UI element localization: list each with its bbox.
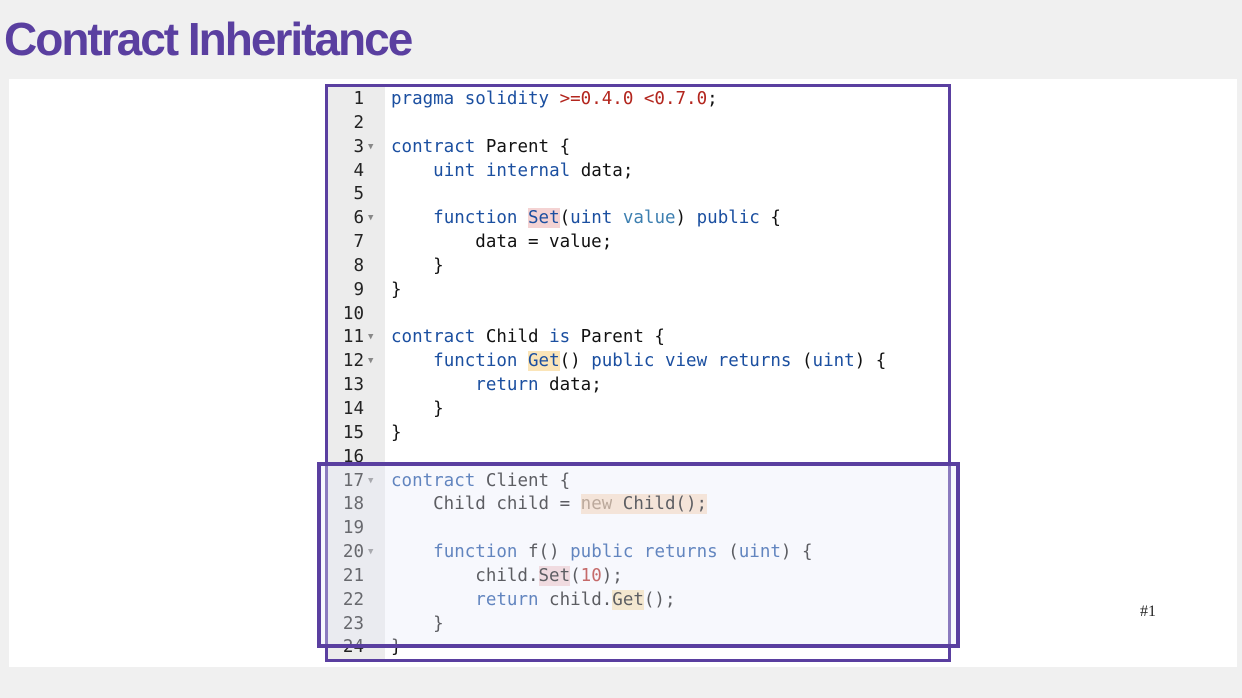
fold-arrow-icon[interactable]: ▼	[368, 136, 373, 160]
code-token: }	[391, 422, 402, 443]
fold-arrow-icon[interactable]: ▼	[368, 207, 373, 231]
code-token: function	[433, 208, 518, 229]
code-token: public	[696, 208, 760, 229]
code-token: pragma	[391, 89, 455, 109]
code-line: 5	[328, 183, 948, 207]
code-line: 15}	[328, 422, 948, 446]
code-line: 2	[328, 112, 948, 136]
code-line: 8 }	[328, 255, 948, 279]
line-number: 4	[353, 160, 364, 181]
code-token: returns	[717, 351, 792, 372]
code-token: data;	[570, 160, 634, 181]
slide-number: #1	[1140, 603, 1156, 620]
code-line: 10	[328, 303, 948, 327]
code-token: }	[391, 398, 444, 419]
code-token: )	[675, 208, 697, 229]
code-token: >=0.4.0 <0.7.0	[559, 89, 708, 109]
line-number: 8	[353, 255, 364, 276]
code-line: 14 }	[328, 398, 948, 422]
code-text: function Get() public view returns (uint…	[391, 350, 886, 374]
code-line: 6 ▼ function Set(uint value) public {	[328, 207, 948, 231]
code-text: }	[391, 398, 444, 422]
line-number: 9	[353, 279, 364, 300]
code-token: data = value;	[391, 232, 613, 253]
code-text: pragma solidity >=0.4.0 <0.7.0;	[391, 88, 718, 112]
line-number: 14	[342, 398, 364, 419]
line-number: 5	[353, 184, 364, 205]
code-token: ;	[707, 89, 718, 109]
code-token: uint	[812, 351, 855, 372]
code-token: solidity	[464, 89, 550, 109]
code-line: 7 data = value;	[328, 231, 948, 255]
code-text: return data;	[391, 374, 602, 398]
code-token: return	[475, 375, 539, 396]
line-number: 7	[353, 232, 364, 253]
code-token: }	[391, 255, 444, 276]
code-text: contract Child is Parent {	[391, 326, 665, 350]
code-token: view	[664, 351, 708, 372]
code-token: Set	[528, 208, 560, 229]
code-line: 4 uint internal data;	[328, 160, 948, 184]
code-text: uint internal data;	[391, 160, 633, 184]
code-text: }	[391, 422, 402, 446]
code-token: Get	[528, 351, 560, 372]
code-token: ()	[559, 351, 592, 372]
code-token: contract	[391, 327, 476, 348]
code-token: internal	[485, 160, 571, 181]
code-token: data;	[538, 375, 602, 396]
code-line: 13 return data;	[328, 374, 948, 398]
code-text: data = value;	[391, 231, 612, 255]
code-line: 1 pragma solidity >=0.4.0 <0.7.0;	[328, 88, 948, 112]
fold-arrow-icon[interactable]: ▼	[368, 326, 373, 350]
line-number: 15	[342, 422, 364, 443]
code-token: value	[622, 208, 676, 229]
code-token: {	[759, 208, 781, 229]
code-token: }	[391, 279, 402, 300]
code-token: (	[791, 351, 813, 372]
code-line: 12 ▼ function Get() public view returns (…	[328, 350, 948, 374]
code-token: is	[549, 327, 571, 348]
line-number: 10	[342, 303, 364, 324]
code-token: uint	[433, 160, 476, 181]
code-token: (	[559, 208, 571, 229]
line-number: 2	[353, 112, 364, 133]
line-number: 1	[353, 89, 364, 109]
code-text: }	[391, 255, 444, 279]
fold-arrow-icon[interactable]: ▼	[368, 350, 373, 374]
client-contract-highlight-box	[317, 462, 960, 648]
line-number: 6	[353, 208, 364, 229]
code-token: uint	[570, 208, 613, 229]
code-text: function Set(uint value) public {	[391, 207, 781, 231]
code-line: 9}	[328, 279, 948, 303]
code-text: contract Parent {	[391, 136, 570, 160]
code-token: function	[433, 351, 518, 372]
line-number: 13	[342, 375, 364, 396]
code-token: ) {	[854, 351, 887, 372]
code-line: 3 ▼ contract Parent {	[328, 136, 948, 160]
code-token: Parent {	[475, 136, 571, 157]
line-number: 11	[342, 327, 364, 348]
code-token: Child	[475, 327, 550, 348]
slide-title: Contract Inheritance	[4, 13, 413, 65]
line-number: 3	[353, 136, 364, 157]
code-line: 11 ▼ contract Child is Parent {	[328, 326, 948, 350]
line-number: 12	[342, 351, 364, 372]
code-token: public	[591, 351, 655, 372]
code-token: contract	[391, 136, 476, 157]
code-token: Parent {	[570, 327, 665, 348]
code-text: }	[391, 279, 402, 303]
